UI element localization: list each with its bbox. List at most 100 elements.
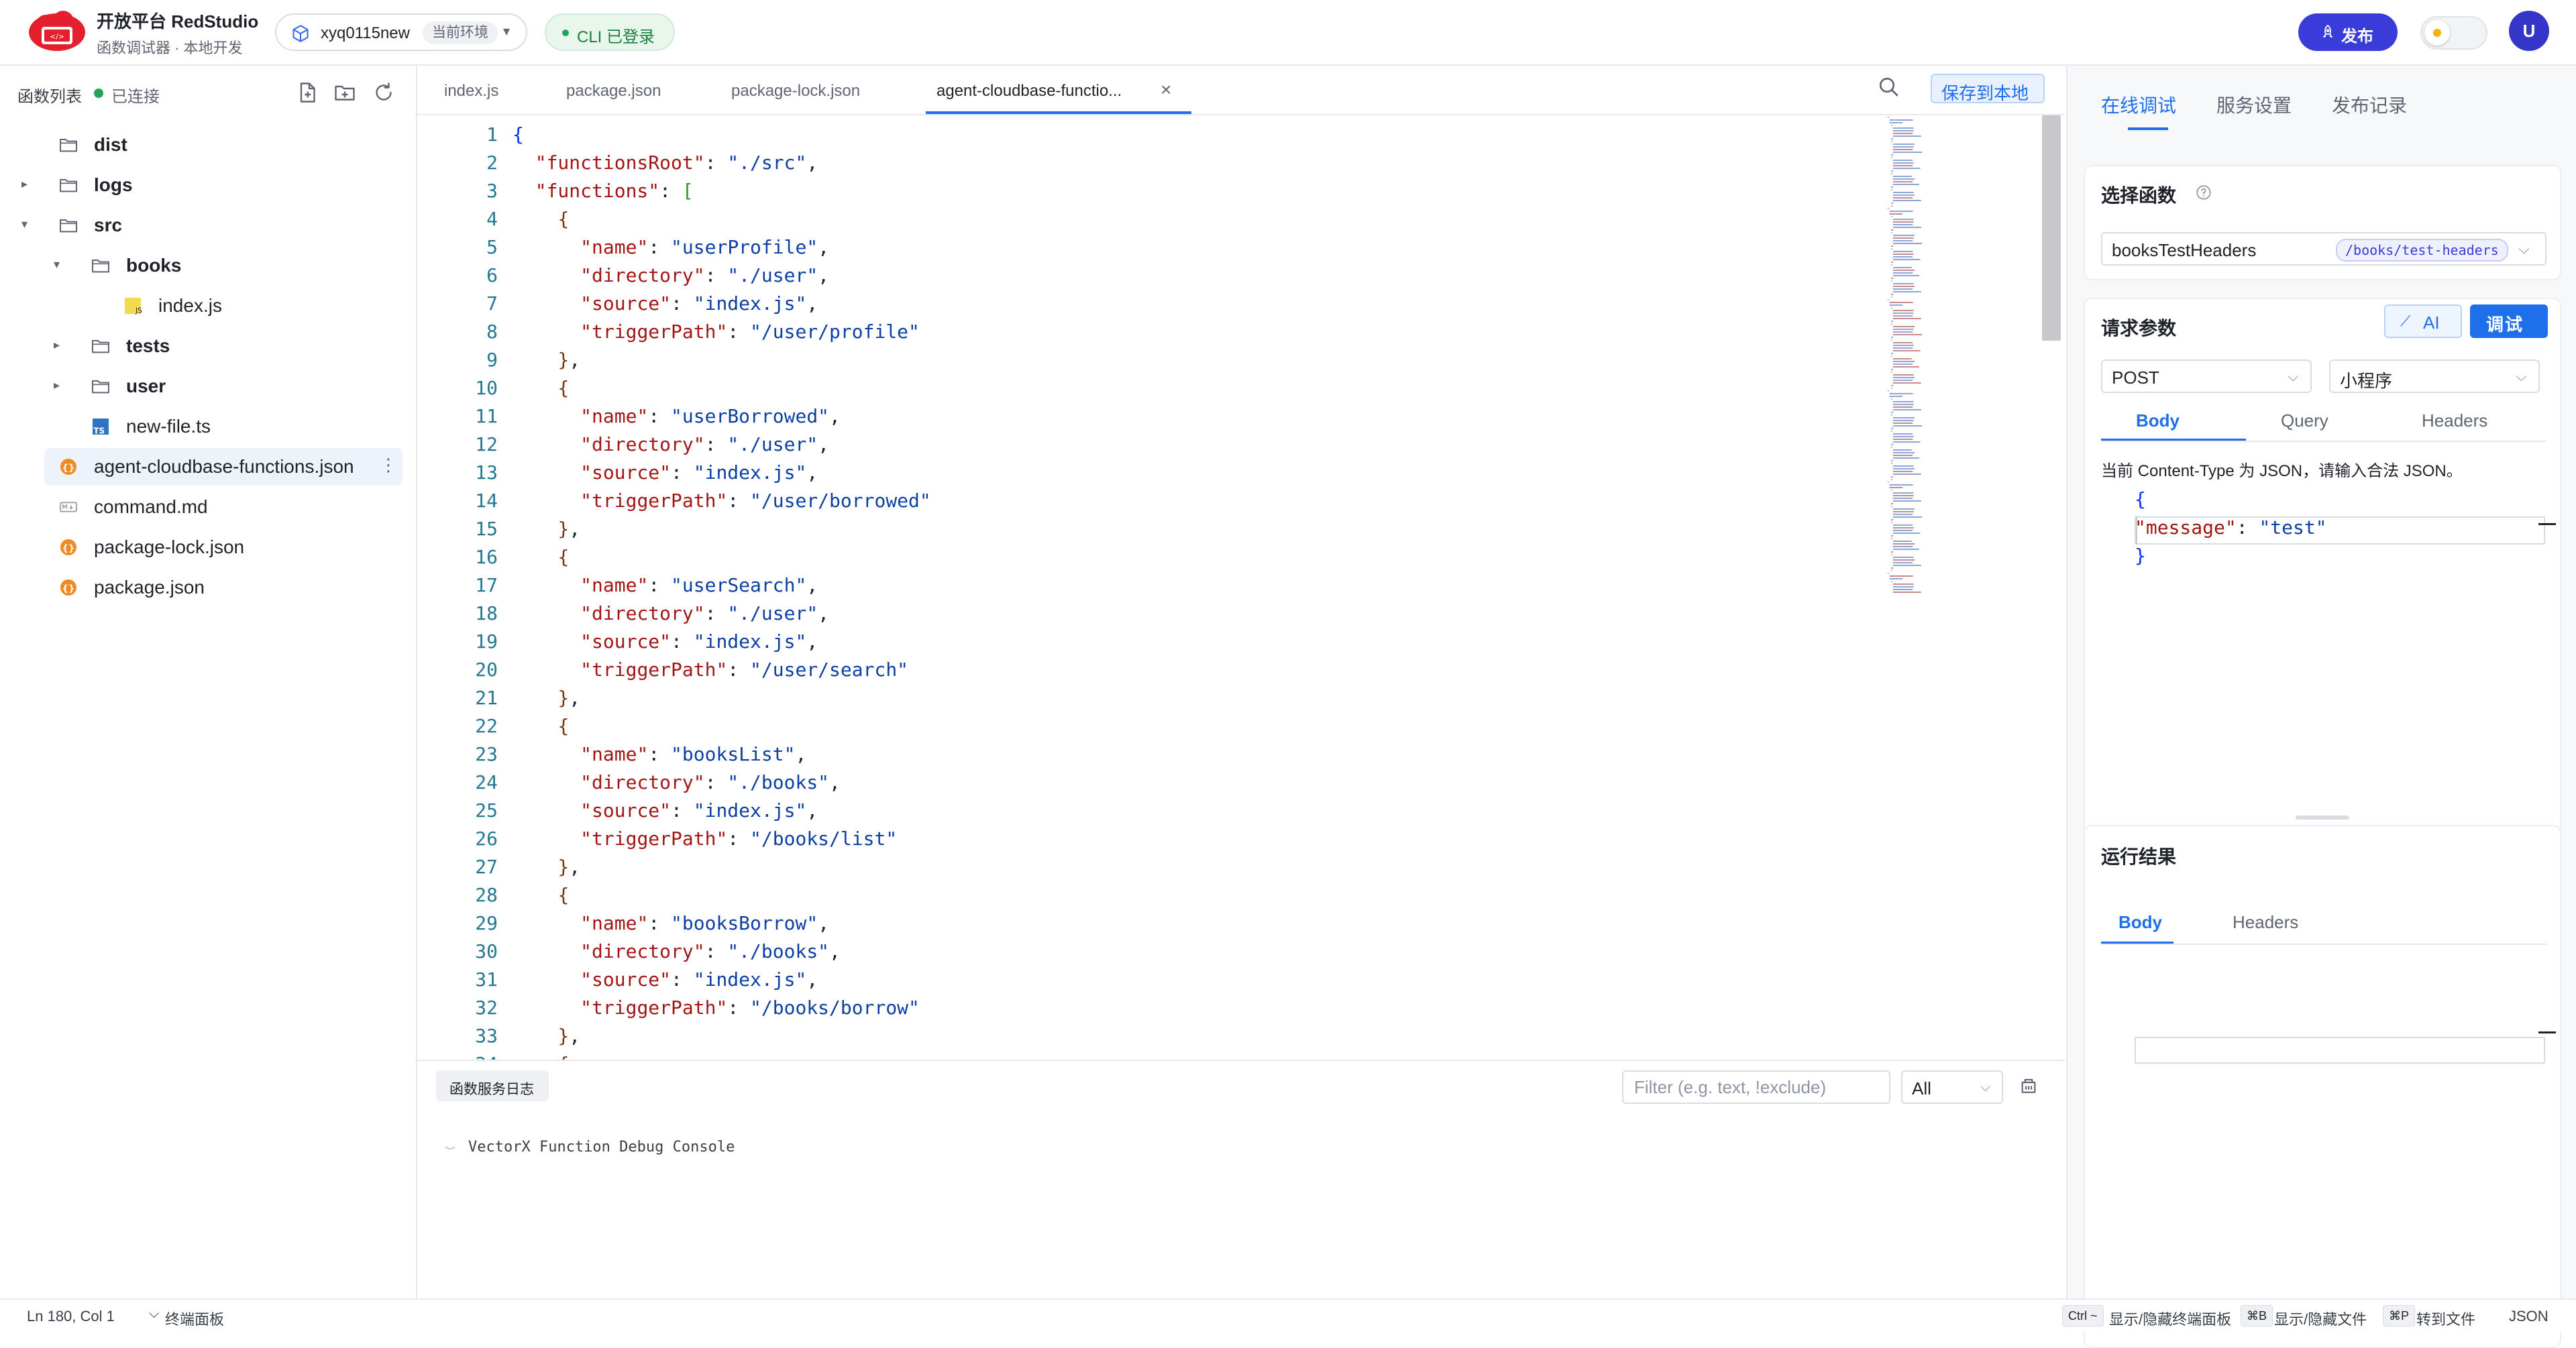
close-icon[interactable]: × [1161,79,1171,101]
sidebar-title: 函数列表 [17,88,82,106]
tab-index-js[interactable]: index.js [429,66,510,114]
minimap-line [1892,178,1915,180]
minimap-line [1889,393,1913,394]
tab-service-settings[interactable]: 服务设置 [2216,91,2292,118]
minimap-line [1891,444,1893,445]
tree-item-command-md[interactable]: command.md [0,488,416,526]
line-number: 6 [486,264,498,286]
folder-icon [90,255,111,276]
tree-item-tests[interactable]: ▸ tests [0,327,416,365]
minimap-line [1892,527,1914,528]
log-level-value: All [1912,1078,1931,1099]
run-debug-button[interactable]: 调试 [2470,304,2548,338]
new-file-icon[interactable] [295,80,319,105]
chevron-right-icon[interactable]: ▸ [54,378,60,392]
request-params-card: 请求参数 ⟋ AI 调试 POST ⌵ 小程序 ⌵ Body Query Hea… [2084,298,2561,872]
code-line: "triggerPath": "/user/search" [580,659,909,681]
publish-button[interactable]: 发布 [2298,13,2398,51]
ai-button[interactable]: ⟋ AI [2384,304,2462,338]
log-filter-input[interactable] [1622,1070,1890,1104]
tree-item-new-file-ts[interactable]: TS new-file.ts [0,408,416,445]
editor-scrollbar[interactable] [2042,115,2061,341]
minimap-line [1892,315,1913,317]
minimap-line [1892,586,1914,587]
line-number: 1 [486,123,498,146]
minimap-line [1892,546,1913,547]
svg-text:</>: </> [50,32,64,41]
http-method-select[interactable]: POST ⌵ [2101,359,2312,393]
tree-item-index-js[interactable]: JS index.js [0,287,416,325]
theme-toggle[interactable] [2420,16,2487,50]
environment-selector[interactable]: xyq0115new 当前环境 ▾ [275,13,527,51]
new-folder-icon[interactable] [333,80,357,105]
result-body-viewer[interactable] [2135,1037,2545,1064]
ai-label: AI [2423,313,2440,333]
avatar[interactable]: U [2509,11,2549,51]
tab-agent-cloudbase-functions-json[interactable]: agent-cloudbase-functio... × [926,66,1191,114]
code-editor[interactable]: 1 {2 "functionsRoot": "./src", 3 "function… [417,114,2065,1060]
minimap-line [1892,439,1913,440]
tree-item-agent-cloudbase-functions-json[interactable]: {} agent-cloudbase-functions.json ⋮ [44,448,402,486]
tab-request-headers[interactable]: Headers [2422,410,2487,431]
save-to-local-button[interactable]: 保存到本地 [1931,74,2045,103]
minimap-line [1892,286,1915,287]
minimap-line [1892,200,1921,201]
language-mode[interactable]: JSON [2509,1308,2548,1325]
minimap-line [1892,133,1913,134]
current-env-badge: 当前环境 [423,21,498,44]
minimap-line [1892,329,1914,330]
minimap-line [1892,409,1921,410]
tree-item-package-json[interactable]: {} package.json [0,569,416,606]
help-icon[interactable] [2195,184,2212,201]
code-line: { [557,715,570,737]
chevron-down-icon[interactable]: ▾ [54,258,60,272]
line-number: 4 [486,208,498,230]
minimap-line [1892,270,1915,271]
minimap-line [1891,264,1892,266]
minimap-line [1891,447,1892,448]
minimap-line [1892,455,1913,456]
more-options-icon[interactable]: ⋮ [380,455,397,475]
code-minimap[interactable] [1885,115,1947,593]
tree-item-books[interactable]: ▾ books [0,247,416,284]
minimap-line [1892,168,1921,169]
active-tab-indicator [2128,127,2168,130]
request-body-editor[interactable]: { "message": "test" } [2135,488,2545,567]
tree-item-logs[interactable]: ▸ logs [0,166,416,204]
function-select[interactable]: booksTestHeaders /books/test-headers ⌵ [2101,232,2546,266]
tab-result-body[interactable]: Body [2118,912,2162,933]
log-level-select[interactable]: All ⌵ [1901,1070,2003,1104]
minimap-line [1892,347,1913,349]
editor-cursor-marker [2538,523,2556,525]
minimap-line [1892,557,1914,558]
tree-item-package-lock-json[interactable]: {} package-lock.json [0,528,416,566]
client-type-select[interactable]: 小程序 ⌵ [2329,359,2540,393]
clear-console-icon[interactable] [2018,1074,2039,1096]
tab-package-json[interactable]: package.json [562,66,676,114]
search-icon[interactable] [1877,75,1901,99]
tab-function-service-logs[interactable]: 函数服务日志 [436,1070,549,1101]
tab-result-headers[interactable]: Headers [2233,912,2298,933]
minimap-line [1892,374,1914,376]
minimap-line [1892,457,1919,459]
refresh-icon[interactable] [372,80,396,105]
tree-item-user[interactable]: ▸ user [0,368,416,405]
tree-item-dist[interactable]: dist [0,126,416,164]
chevron-right-icon[interactable]: ▸ [54,338,60,352]
minimap-line [1891,385,1893,386]
chevron-down-icon[interactable]: ▾ [21,217,28,231]
tab-request-query[interactable]: Query [2281,410,2328,431]
minimap-line [1891,506,1892,507]
tab-online-debug[interactable]: 在线调试 [2101,91,2176,118]
chevron-right-icon[interactable]: ▸ [21,177,28,191]
tab-package-lock-json[interactable]: package-lock.json [727,66,881,114]
terminal-panel-toggle[interactable]: 终端面板 [165,1308,224,1329]
tab-publish-history[interactable]: 发布记录 [2332,91,2407,118]
panel-resize-handle[interactable] [2296,816,2349,820]
tab-request-body[interactable]: Body [2136,410,2180,431]
minimap-line [1892,404,1914,405]
tree-item-src[interactable]: ▾ src [0,207,416,244]
minimap-line [1892,221,1914,223]
line-number: 27 [475,856,498,878]
minimap-line [1892,254,1914,255]
